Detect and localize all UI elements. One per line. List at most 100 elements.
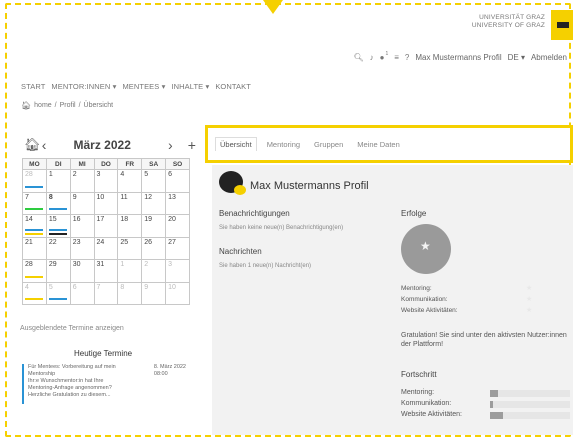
success-stat-row: Mentoring: ★ — [401, 285, 532, 292]
calendar-day[interactable]: 18 — [117, 214, 143, 238]
calendar-day[interactable]: 3 — [93, 169, 119, 193]
calendar-day[interactable]: 16 — [69, 214, 95, 238]
calendar-day[interactable]: 3 — [165, 259, 190, 283]
prev-month-icon[interactable]: ‹ — [42, 137, 56, 153]
add-event-icon[interactable]: + — [188, 137, 196, 153]
calendar-day[interactable]: 2 — [69, 169, 95, 193]
calendar-day[interactable]: 2 — [141, 259, 167, 283]
nav-inhalte[interactable]: INHALTE ▾ — [171, 82, 209, 91]
progress-label: Website Aktivitäten: — [401, 411, 462, 418]
home-icon[interactable]: 🏠︎ — [21, 101, 31, 110]
calendar-day[interactable]: 4 — [22, 281, 47, 305]
calendar-day[interactable]: 20 — [165, 214, 190, 238]
calendar-day[interactable]: 31 — [93, 259, 119, 283]
calendar-day[interactable]: 1 — [45, 169, 71, 193]
progress-bar — [490, 412, 570, 419]
calendar-day[interactable]: 21 — [22, 236, 47, 260]
tab-meine-daten[interactable]: Meine Daten — [357, 140, 400, 151]
show-hidden-events-link[interactable]: Ausgeblendete Termine anzeigen — [20, 325, 124, 332]
calendar-day[interactable]: 7 — [22, 191, 47, 215]
nav-kontakt[interactable]: KONTAKT — [215, 82, 251, 91]
language-select[interactable]: DE ▾ — [508, 53, 525, 62]
logout-link[interactable]: Abmelden — [531, 53, 567, 62]
calendar-day[interactable]: 24 — [93, 236, 119, 260]
calendar-day[interactable]: 10 — [93, 191, 119, 215]
calendar-day[interactable]: 23 — [69, 236, 95, 260]
weekday-mi: MI — [69, 158, 95, 170]
calendar-day[interactable]: 28 — [22, 169, 47, 193]
calendar-day[interactable]: 6 — [165, 169, 190, 193]
calendar-day[interactable]: 5 — [141, 169, 167, 193]
calendar-day[interactable]: 27 — [165, 236, 190, 260]
calendar-day[interactable]: 7 — [93, 281, 119, 305]
calendar-day[interactable]: 15 — [45, 214, 71, 238]
calendar-day[interactable]: 26 — [141, 236, 167, 260]
calendar-day[interactable]: 11 — [117, 191, 143, 215]
profile-tabs-box: Übersicht Mentoring Gruppen Meine Daten — [205, 125, 573, 163]
calendar-day[interactable]: 5 — [45, 281, 71, 305]
profile-tabs: Übersicht Mentoring Gruppen Meine Daten — [215, 137, 414, 151]
today-event-item[interactable]: Für Mentees: Vorbereitung auf mein Mento… — [22, 364, 194, 404]
calendar-day[interactable]: 4 — [117, 169, 143, 193]
nav-start[interactable]: START — [21, 82, 45, 91]
notifications-text[interactable]: Sie haben keine neue(n) Benachrichtigung… — [219, 225, 343, 231]
menu-icon[interactable]: ≡ — [394, 53, 399, 62]
success-stat-row: Website Aktivitäten: ★ — [401, 307, 532, 314]
weekday-di: DI — [45, 158, 71, 170]
progress-fill — [490, 412, 503, 419]
tab-gruppen[interactable]: Gruppen — [314, 140, 343, 151]
stat-label: Website Aktivitäten: — [401, 307, 458, 314]
progress-row: Website Aktivitäten: — [401, 411, 573, 419]
calendar-day[interactable]: 28 — [22, 259, 47, 283]
calendar-day[interactable]: 19 — [141, 214, 167, 238]
calendar-day[interactable]: 10 — [165, 281, 190, 305]
progress-fill — [490, 401, 494, 408]
weekday-so: SO — [165, 158, 190, 170]
calendar-day[interactable]: 14 — [22, 214, 47, 238]
breadcrumb-sep: / — [54, 102, 57, 109]
calendar-day[interactable]: 6 — [69, 281, 95, 305]
search-icon[interactable]: 🔍︎ — [353, 53, 363, 62]
breadcrumb-home[interactable]: home — [34, 102, 52, 109]
calendar-day[interactable]: 25 — [117, 236, 143, 260]
calendar-day[interactable]: 8 — [117, 281, 143, 305]
progress-bar — [490, 401, 570, 408]
calendar-day[interactable]: 12 — [141, 191, 167, 215]
tab-uebersicht[interactable]: Übersicht — [215, 137, 257, 151]
breadcrumb-profil[interactable]: Profil — [60, 102, 76, 109]
calendar-day[interactable]: 1 — [117, 259, 143, 283]
university-logo[interactable] — [551, 10, 573, 40]
calendar-day[interactable]: 22 — [45, 236, 71, 260]
calendar-day[interactable]: 29 — [45, 259, 71, 283]
calendar-day[interactable]: 17 — [93, 214, 119, 238]
nav-mentorinnen[interactable]: MENTOR:INNEN ▾ — [51, 82, 116, 91]
tab-mentoring[interactable]: Mentoring — [267, 140, 300, 151]
star-icon: ★ — [526, 307, 533, 314]
calendar-day[interactable]: 13 — [165, 191, 190, 215]
calendar-day[interactable]: 9 — [69, 191, 95, 215]
success-heading: Erfolge — [401, 209, 427, 218]
chat-icon[interactable]: ● — [380, 53, 385, 62]
calendar-day[interactable]: 30 — [69, 259, 95, 283]
calendar-month: März 2022 — [73, 138, 131, 152]
user-profile-link[interactable]: Max Mustermanns Profil — [415, 53, 501, 62]
messages-text[interactable]: Sie haben 1 neue(n) Nachricht(en) — [219, 263, 311, 269]
progress-label: Mentoring: — [401, 389, 435, 396]
calendar-day-today[interactable]: 8 — [45, 191, 71, 215]
weekday-sa: SA — [141, 158, 167, 170]
calendar-grid: MO DI MI DO FR SA SO 28 1 2 3 4 5 6 7 8 … — [22, 158, 190, 305]
home-icon[interactable]: 🏠︎ — [24, 137, 42, 153]
help-icon[interactable]: ? — [405, 53, 409, 62]
nav-mentees[interactable]: MENTEES ▾ — [122, 82, 165, 91]
congrats-text: Gratulation! Sie sind unter den aktivste… — [401, 332, 567, 348]
bell-icon[interactable]: ♪ — [370, 53, 374, 62]
progress-fill — [490, 390, 498, 397]
progress-label: Kommunikation: — [401, 400, 452, 407]
success-stat-row: Kommunikation: ★ — [401, 296, 532, 303]
breadcrumb-sep: / — [78, 102, 81, 109]
university-name: UNIVERSITÄT GRAZ UNIVERSITY OF GRAZ — [472, 14, 545, 30]
next-month-icon[interactable]: › — [168, 137, 182, 153]
calendar-day[interactable]: 9 — [141, 281, 167, 305]
weekday-fr: FR — [117, 158, 143, 170]
messages-heading: Nachrichten — [219, 247, 262, 256]
